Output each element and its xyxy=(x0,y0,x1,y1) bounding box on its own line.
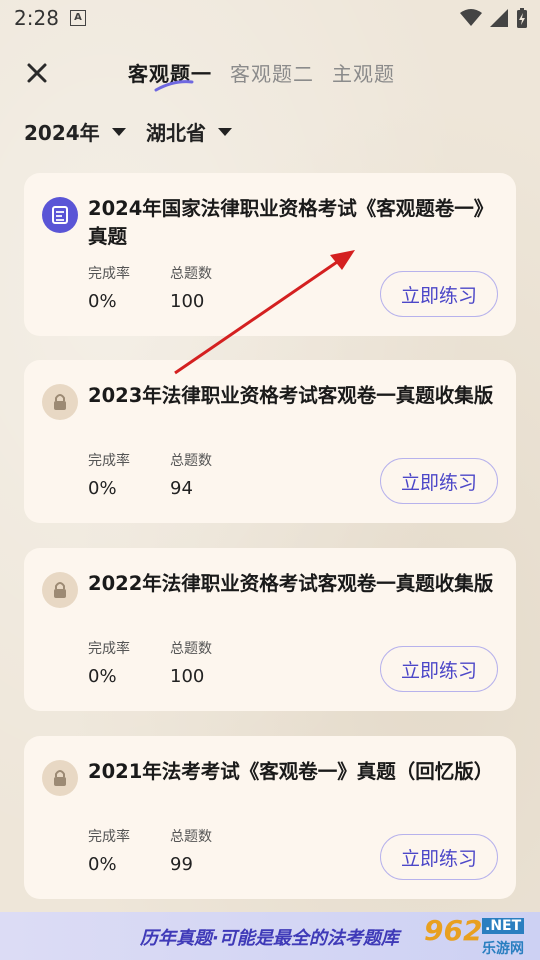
completion-label: 完成率 xyxy=(88,453,130,469)
status-bar: 2:28 A xyxy=(0,0,540,36)
total-value: 99 xyxy=(170,854,193,875)
tab-label: 客观题二 xyxy=(230,62,314,86)
status-time: 2:28 xyxy=(14,6,59,30)
card-title: 2021年法考考试《客观卷一》真题（回忆版） xyxy=(88,760,494,783)
caret-down-icon xyxy=(111,127,126,136)
completion-value: 0% xyxy=(88,854,117,875)
card-title: 2022年法律职业资格考试客观卷一真题收集版 xyxy=(88,572,494,595)
lock-icon xyxy=(42,760,78,796)
total-label: 总题数 xyxy=(170,453,212,469)
tab-active-indicator xyxy=(154,80,194,92)
status-icons xyxy=(460,8,528,28)
year-dropdown[interactable]: 2024年 xyxy=(24,117,126,146)
province-value: 湖北省 xyxy=(146,121,206,145)
practice-now-button[interactable]: 立即练习 xyxy=(380,646,498,692)
card-title: 2024年国家法律职业资格考试《客观题卷一》真题 xyxy=(88,197,494,248)
completion-value: 0% xyxy=(88,291,117,312)
completion-value: 0% xyxy=(88,478,117,499)
signal-icon xyxy=(490,9,508,27)
tab-objective-2[interactable]: 客观题二 xyxy=(230,58,314,87)
watermark-number: 962 xyxy=(424,914,483,947)
province-dropdown[interactable]: 湖北省 xyxy=(146,117,232,146)
tab-label: 主观题 xyxy=(332,62,395,86)
total-value: 100 xyxy=(170,666,205,687)
tab-objective-1[interactable]: 客观题一 xyxy=(128,58,212,92)
tab-bar: 客观题一 客观题二 主观题 xyxy=(128,58,395,92)
year-value: 2024年 xyxy=(24,121,100,145)
exam-card: 2021年法考考试《客观卷一》真题（回忆版） 完成率 总题数 0% 99 立即练… xyxy=(24,736,516,899)
total-label: 总题数 xyxy=(170,641,212,657)
banner-text: 历年真题·可能是最全的法考题库 xyxy=(140,928,399,949)
wifi-icon xyxy=(460,9,482,26)
practice-now-button[interactable]: 立即练习 xyxy=(380,458,498,504)
watermark-site: 乐游网 xyxy=(482,941,524,957)
battery-icon xyxy=(517,8,527,28)
practice-now-button[interactable]: 立即练习 xyxy=(380,834,498,880)
caret-down-icon xyxy=(218,127,232,136)
total-label: 总题数 xyxy=(170,266,212,282)
exam-card: 2023年法律职业资格考试客观卷一真题收集版 完成率 总题数 0% 94 立即练… xyxy=(24,360,516,523)
completion-label: 完成率 xyxy=(88,641,130,657)
exam-card: 2022年法律职业资格考试客观卷一真题收集版 完成率 总题数 0% 100 立即… xyxy=(24,548,516,711)
document-icon xyxy=(42,197,78,233)
tab-subjective[interactable]: 主观题 xyxy=(332,58,395,87)
exam-card: 2024年国家法律职业资格考试《客观题卷一》真题 完成率 总题数 0% 100 … xyxy=(24,173,516,336)
promo-banner[interactable]: 历年真题·可能是最全的法考题库 962 .NET 乐游网 xyxy=(0,912,540,960)
total-label: 总题数 xyxy=(170,829,212,845)
completion-value: 0% xyxy=(88,666,117,687)
watermark-net: .NET xyxy=(482,918,525,934)
total-value: 94 xyxy=(170,478,193,499)
total-value: 100 xyxy=(170,291,205,312)
completion-label: 完成率 xyxy=(88,829,130,845)
notification-a-icon: A xyxy=(70,10,86,26)
watermark-logo: 962 .NET 乐游网 xyxy=(424,914,532,958)
completion-label: 完成率 xyxy=(88,266,130,282)
close-icon[interactable] xyxy=(22,58,52,88)
lock-icon xyxy=(42,572,78,608)
lock-icon xyxy=(42,384,78,420)
card-title: 2023年法律职业资格考试客观卷一真题收集版 xyxy=(88,384,494,407)
practice-now-button[interactable]: 立即练习 xyxy=(380,271,498,317)
